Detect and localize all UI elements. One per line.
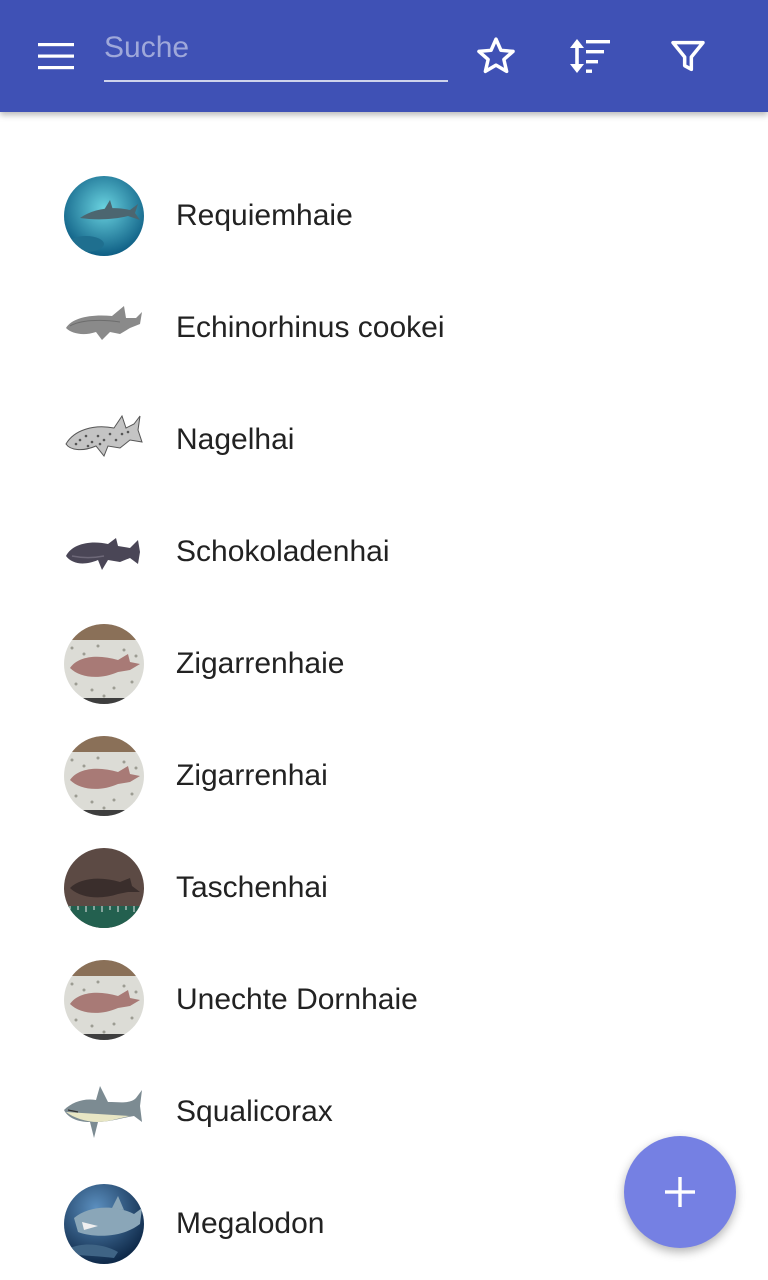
list-item[interactable]: Unechte Dornhaie <box>0 944 768 1056</box>
menu-icon <box>38 43 74 70</box>
item-label: Zigarrenhai <box>176 759 328 792</box>
shark-list: Requiemhaie Echinorhinus cookei Nagelhai <box>0 160 768 1280</box>
squalicorax-thumbnail <box>64 1072 144 1152</box>
search-input[interactable] <box>104 22 448 74</box>
sort-icon <box>570 39 610 73</box>
list-item[interactable]: Zigarrenhai <box>0 720 768 832</box>
spotted-shark-thumbnail <box>64 400 144 480</box>
list-item[interactable]: Requiemhaie <box>0 160 768 272</box>
reef-shark-thumbnail <box>64 176 144 256</box>
megalodon-thumbnail <box>64 1184 144 1264</box>
cigar-shark-thumbnail <box>64 624 144 704</box>
dark-shark-thumbnail <box>64 512 144 592</box>
cigar-shark-thumbnail <box>64 736 144 816</box>
app-bar <box>0 0 768 112</box>
item-label: Requiemhaie <box>176 199 353 232</box>
add-icon <box>665 1177 695 1207</box>
pocket-shark-thumbnail <box>64 848 144 928</box>
grey-shark-thumbnail <box>64 288 144 368</box>
list-item[interactable]: Zigarrenhaie <box>0 608 768 720</box>
item-label: Unechte Dornhaie <box>176 983 418 1016</box>
list-item[interactable]: Nagelhai <box>0 384 768 496</box>
item-label: Echinorhinus cookei <box>176 311 445 344</box>
cigar-shark-thumbnail <box>64 960 144 1040</box>
list-item[interactable]: Taschenhai <box>0 832 768 944</box>
item-label: Taschenhai <box>176 871 328 904</box>
sort-button[interactable] <box>563 28 619 84</box>
search-field[interactable] <box>104 22 448 82</box>
menu-button[interactable] <box>28 28 84 84</box>
list-item[interactable]: Schokoladenhai <box>0 496 768 608</box>
item-label: Megalodon <box>176 1207 325 1240</box>
filter-icon <box>671 40 705 72</box>
filter-button[interactable] <box>660 28 716 84</box>
add-button[interactable] <box>624 1136 736 1248</box>
item-label: Squalicorax <box>176 1095 333 1128</box>
star-outline-icon <box>477 37 515 74</box>
item-label: Nagelhai <box>176 423 295 456</box>
list-item[interactable]: Echinorhinus cookei <box>0 272 768 384</box>
item-label: Schokoladenhai <box>176 535 390 568</box>
item-label: Zigarrenhaie <box>176 647 345 680</box>
favorites-button[interactable] <box>468 28 524 84</box>
